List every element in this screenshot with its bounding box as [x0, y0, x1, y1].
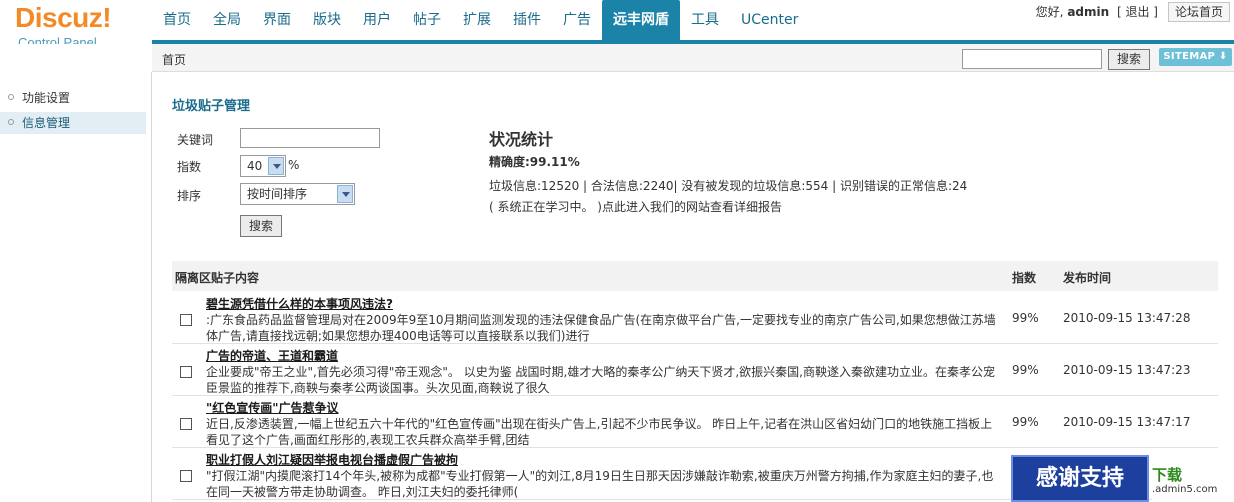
stats-report-link[interactable]: ( 系统正在学习中。 )点此进入我们的网站查看详细报告	[489, 198, 782, 215]
bullet-icon	[8, 119, 14, 125]
col-header-content: 隔离区贴子内容	[175, 271, 260, 285]
tab-ads[interactable]: 广告	[552, 0, 602, 40]
chevron-down-icon	[337, 185, 353, 203]
user-bar: 您好, admin [ 退出 ]	[1036, 3, 1158, 20]
row-checkbox[interactable]	[180, 470, 192, 482]
page-title: 垃圾贴子管理	[172, 99, 251, 114]
sidebar-top	[0, 44, 152, 72]
row-time: 2010-09-15 13:47:23	[1063, 363, 1191, 377]
sort-select-value: 按时间排序	[247, 187, 308, 201]
col-header-time: 发布时间	[1063, 271, 1112, 285]
score-select-value: 40	[247, 159, 263, 173]
sort-label: 排序	[177, 189, 202, 203]
main-content: 垃圾贴子管理 关键词 指数 40 % 排序 按时间排序 搜索 状况统计 精确度:…	[153, 73, 1234, 502]
username: admin	[1067, 5, 1110, 19]
row-title[interactable]: 碧生源凭借什么样的本事项风违法?	[206, 295, 393, 312]
row-body: :广东食品药品监督管理局对在2009年9至10月期间监测发现的违法保健食品广告(…	[206, 313, 996, 343]
sidebar-item-settings[interactable]: 功能设置	[0, 87, 146, 109]
table-row: "红色宣传画"广告惹争议 近日,反渗透装置,一幅上世纪五六十年代的"红色宣传画"…	[172, 396, 1218, 448]
chevron-down-icon	[268, 157, 284, 175]
row-score: 99%	[1012, 363, 1039, 377]
watermark-text: 下载	[1152, 466, 1183, 484]
score-select[interactable]: 40	[240, 155, 286, 177]
keyword-label: 关键词	[177, 133, 214, 147]
breadcrumb[interactable]: 首页	[162, 51, 186, 68]
table-header: 隔离区贴子内容 指数 发布时间	[172, 261, 1218, 291]
logo-brand: Discuz!	[15, 2, 112, 33]
tab-yuanfeng-shield[interactable]: 远丰网盾	[602, 0, 680, 40]
bullet-icon	[8, 94, 14, 100]
row-time: 2010-09-15 13:47:28	[1063, 311, 1191, 325]
keyword-input[interactable]	[240, 128, 380, 148]
score-label: 指数	[177, 160, 202, 174]
tab-extensions[interactable]: 扩展	[452, 0, 502, 40]
table-row: 碧生源凭借什么样的本事项风违法? :广东食品药品监督管理局对在2009年9至10…	[172, 292, 1218, 344]
percent-unit: %	[288, 158, 300, 172]
discuz-logo[interactable]: Discuz! Control Panel	[15, 2, 145, 50]
stats-title: 状况统计	[489, 130, 554, 149]
forum-home-button[interactable]: 论坛首页	[1168, 2, 1230, 22]
sort-select[interactable]: 按时间排序	[240, 183, 355, 205]
greeting-text: 您好,	[1035, 5, 1064, 19]
col-header-score: 指数	[1012, 271, 1037, 285]
sidebar-item-label: 信息管理	[22, 116, 71, 130]
row-checkbox[interactable]	[180, 314, 192, 326]
row-title[interactable]: 广告的帝道、王道和霸道	[206, 347, 338, 364]
tab-home[interactable]: 首页	[152, 0, 202, 40]
tab-posts[interactable]: 帖子	[402, 0, 452, 40]
row-title[interactable]: 职业打假人刘江疑因举报电视台播虚假广告被拘	[206, 451, 458, 468]
tab-users[interactable]: 用户	[352, 0, 402, 40]
row-body: 近日,反渗透装置,一幅上世纪五六十年代的"红色宣传画"出现在街头广告上,引起不少…	[206, 417, 993, 447]
search-input[interactable]	[962, 49, 1102, 69]
top-header: Discuz! Control Panel 首页 全局 界面 版块 用户 帖子 …	[0, 0, 1234, 50]
row-time: 2010-09-15 13:47:17	[1063, 415, 1191, 429]
logout-link[interactable]: [ 退出 ]	[1117, 5, 1158, 19]
tab-interface[interactable]: 界面	[252, 0, 302, 40]
tab-plugins[interactable]: 插件	[502, 0, 552, 40]
sub-bar: 首页 搜索 SITEMAP ⬇	[152, 44, 1234, 72]
row-title[interactable]: "红色宣传画"广告惹争议	[206, 399, 339, 416]
tab-ucenter[interactable]: UCenter	[730, 0, 809, 40]
sidebar-item-info-management[interactable]: 信息管理	[0, 112, 146, 134]
row-score: 99%	[1012, 311, 1039, 325]
sidebar-item-label: 功能设置	[22, 91, 71, 105]
thanks-banner: 感谢支持	[1011, 455, 1149, 502]
stats-accuracy: 精确度:99.11%	[489, 155, 580, 169]
filter-search-button[interactable]: 搜索	[240, 215, 282, 237]
sitemap-button[interactable]: SITEMAP ⬇	[1159, 48, 1232, 66]
table-row: 广告的帝道、王道和霸道 企业要成"帝王之业",首先必须习得"帝王观念"。 以史为…	[172, 344, 1218, 396]
sidebar: 功能设置 信息管理	[0, 72, 152, 502]
tab-forums[interactable]: 版块	[302, 0, 352, 40]
tab-tools[interactable]: 工具	[680, 0, 730, 40]
row-checkbox[interactable]	[180, 366, 192, 378]
watermark-domain: .admin5.com	[1152, 484, 1218, 495]
stats-summary: 垃圾信息:12520 | 合法信息:2240| 没有被发现的垃圾信息:554 |…	[489, 179, 968, 193]
row-score: 99%	[1012, 415, 1039, 429]
row-checkbox[interactable]	[180, 418, 192, 430]
watermark: 下载 .admin5.com	[1152, 464, 1234, 502]
search-button[interactable]: 搜索	[1108, 49, 1150, 70]
row-body: 企业要成"帝王之业",首先必须习得"帝王观念"。 以史为鉴 战国时期,雄才大略的…	[206, 365, 995, 395]
row-body: "打假江湖"内摸爬滚打14个年头,被称为成都"专业打假第一人"的刘江,8月19日…	[206, 469, 994, 499]
tab-global[interactable]: 全局	[202, 0, 252, 40]
main-nav: 首页 全局 界面 版块 用户 帖子 扩展 插件 广告 远丰网盾 工具 UCent…	[152, 0, 809, 40]
